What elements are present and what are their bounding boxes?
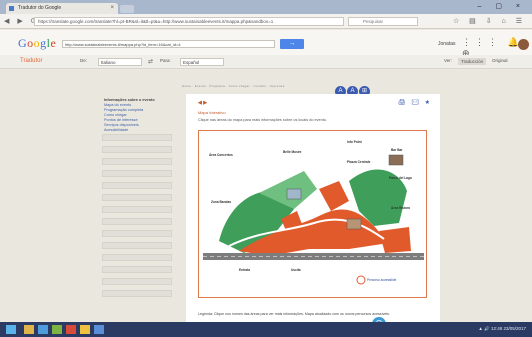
taskbar-app-icon[interactable] <box>24 325 34 334</box>
taskbar-app-icon[interactable] <box>38 325 48 334</box>
browser-tab-title: Tradutor do Google <box>18 5 62 11</box>
view-translated-button[interactable]: Traducción <box>458 58 487 65</box>
sidebar-row[interactable] <box>102 158 172 165</box>
taskbar-app-icon[interactable] <box>80 325 90 334</box>
sidebar-row[interactable] <box>102 146 172 153</box>
page-tools[interactable]: 🖨 ✉ ★ <box>398 99 432 106</box>
view-label: Ver: <box>444 58 453 63</box>
sidebar-row[interactable] <box>102 254 172 261</box>
google-logo-letter: G <box>18 36 28 50</box>
system-tray[interactable]: ▲ 🔊 12:48 23/05/2017 <box>478 326 526 332</box>
sidebar-row[interactable] <box>102 266 172 273</box>
browser-search-input[interactable]: Pesquisar <box>348 17 418 26</box>
zone-north[interactable] <box>319 181 349 211</box>
map-label[interactable]: Parco del Lago <box>389 176 412 180</box>
from-label: De: <box>80 58 88 63</box>
swap-languages-icon[interactable]: ⇄ <box>148 58 153 65</box>
sidebar-row[interactable] <box>102 230 172 237</box>
screen: Tradutor do Google × – ▢ × ◀ ▶ ⟳ https:/… <box>0 0 532 337</box>
browser-tab-bar: Tradutor do Google × – ▢ × <box>0 0 532 14</box>
view-original-button[interactable]: Original <box>492 58 508 63</box>
sidebar-row[interactable] <box>102 194 172 201</box>
page-intro: Clique nas áreas do mapa para mais infor… <box>198 118 327 122</box>
sidebar-row[interactable] <box>102 290 172 297</box>
map-label[interactable]: Zona Bandas <box>211 200 231 204</box>
sidebar-row[interactable] <box>102 134 172 141</box>
sidebar-row[interactable] <box>102 206 172 213</box>
avatar[interactable] <box>518 39 529 50</box>
url-input[interactable]: https://translate.google.com/translate?h… <box>34 17 344 26</box>
taskbar-app-icon[interactable] <box>94 325 104 334</box>
map-label[interactable]: Entrata <box>239 268 250 272</box>
translated-page: Home · Evento · Programa · Como chegar ·… <box>0 70 532 322</box>
map-legend: Percorso accessibile <box>367 278 396 282</box>
sidebar-row[interactable] <box>102 170 172 177</box>
photo-thumbnail[interactable] <box>346 218 362 230</box>
translate-go-button[interactable]: → <box>280 39 304 49</box>
event-map-graphic[interactable]: Área Concertos Zona Bandas Belle Musée I… <box>199 131 428 299</box>
source-language-select[interactable]: Italiano <box>98 58 142 66</box>
translate-label: Tradutor <box>20 58 43 64</box>
photo-thumbnail[interactable] <box>286 188 302 200</box>
main-content: ◀ ▶ 🖨 ✉ ★ Mapa Interativo Clique nas áre… <box>186 94 440 322</box>
sidebar-link[interactable]: Acessibilidade <box>104 128 155 133</box>
new-tab-button[interactable] <box>120 5 134 13</box>
browser-address-bar: ◀ ▶ ⟳ https://translate.google.com/trans… <box>0 14 532 29</box>
sidebar-links: Informações sobre o evento Mapa do event… <box>104 98 155 133</box>
map-label[interactable]: Uscita <box>291 268 301 272</box>
google-logo-letter: e <box>50 36 57 50</box>
translate-toolbar: Tradutor De: Italiano ⇄ Para: Español Ve… <box>0 55 532 69</box>
map-label[interactable]: Área Concertos <box>209 152 233 157</box>
window-controls[interactable]: – ▢ × <box>478 2 526 10</box>
map-label[interactable]: Piazza Centrale <box>347 160 371 164</box>
user-name[interactable]: Jonatas <box>438 41 456 47</box>
map-label[interactable]: Belle Musée <box>283 150 302 154</box>
close-tab-icon[interactable]: × <box>110 3 114 14</box>
photo-thumbnail[interactable] <box>388 154 404 166</box>
accessible-route-icon <box>356 275 366 285</box>
map-footnote: Legenda: Clique nos nomes das áreas para… <box>198 312 390 316</box>
page-title: Mapa Interativo <box>198 110 226 115</box>
sidebar: Informações sobre o evento Mapa do event… <box>98 92 176 307</box>
browser-toolbar-icons[interactable]: ☆ ▤ ⇩ ⌂ ☰ <box>453 17 526 25</box>
target-language-select[interactable]: Español <box>180 58 224 66</box>
accessibility-buttons: A A ⊞ <box>335 79 373 97</box>
sidebar-row[interactable] <box>102 218 172 225</box>
road <box>203 253 424 260</box>
google-header: Google http://www.sustainableevents.it/m… <box>0 30 532 58</box>
windows-start-icon[interactable] <box>6 325 16 334</box>
map-label[interactable]: Info Point <box>347 140 363 144</box>
taskbar-app-icon[interactable] <box>52 325 62 334</box>
sidebar-row[interactable] <box>102 278 172 285</box>
google-favicon-icon <box>9 6 14 11</box>
sidebar-row[interactable] <box>102 182 172 189</box>
google-logo[interactable]: Google <box>18 36 56 51</box>
map-label[interactable]: Bar Bar <box>391 148 403 152</box>
breadcrumb[interactable]: ◀ ▶ <box>198 100 207 106</box>
translate-url-input[interactable]: http://www.sustainableevents.it/mappa.ph… <box>62 40 275 48</box>
browser-tab[interactable]: Tradutor do Google × <box>6 3 118 14</box>
zone-east[interactable] <box>379 227 411 253</box>
os-taskbar: ▲ 🔊 12:48 23/05/2017 <box>0 322 532 337</box>
to-label: Para: <box>160 58 171 63</box>
event-map[interactable]: Área Concertos Zona Bandas Belle Musée I… <box>198 130 427 298</box>
sidebar-row[interactable] <box>102 242 172 249</box>
map-label[interactable]: Area Ristoro <box>391 206 410 210</box>
taskbar-app-icon[interactable] <box>66 325 76 334</box>
